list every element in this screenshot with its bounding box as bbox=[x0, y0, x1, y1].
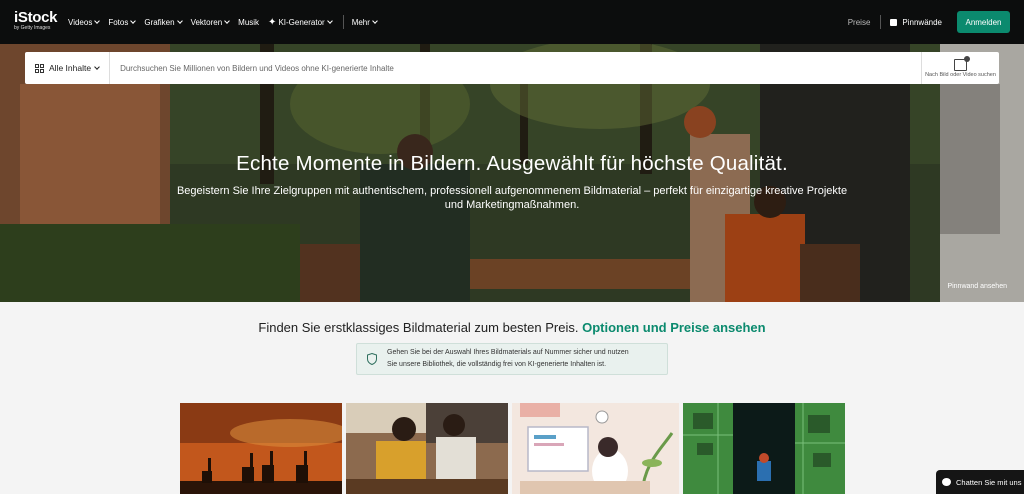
thumbnail-giraffes[interactable] bbox=[180, 403, 342, 494]
chevron-down-icon bbox=[326, 18, 333, 24]
hero-subtitle-line: und Marketingmaßnahmen. bbox=[444, 199, 580, 211]
boards-label: Pinnwände bbox=[902, 17, 942, 27]
pricing-options-link[interactable]: Optionen und Preise ansehen bbox=[582, 320, 765, 335]
thumbnail-image bbox=[346, 403, 508, 494]
thumbnail-illustration[interactable] bbox=[512, 403, 679, 494]
search-input[interactable] bbox=[110, 52, 921, 84]
chevron-down-icon bbox=[176, 18, 183, 24]
content-filter-dropdown[interactable]: Alle Inhalte bbox=[25, 52, 111, 84]
nav-label: Musik bbox=[238, 17, 260, 27]
chevron-down-icon bbox=[94, 64, 100, 70]
promo-text: Finden Sie erstklassiges Bildmaterial zu… bbox=[258, 320, 579, 335]
chevron-down-icon bbox=[130, 18, 137, 24]
logo-text: iStock bbox=[14, 9, 58, 26]
ai-free-notice: Gehen Sie bei der Auswahl Ihres Bildmate… bbox=[356, 343, 668, 375]
thumbnail-image bbox=[180, 403, 342, 494]
nav-label: Grafiken bbox=[144, 17, 175, 27]
nav-item-vektoren[interactable]: Vektoren bbox=[191, 18, 230, 27]
chevron-down-icon bbox=[94, 18, 101, 24]
signin-button[interactable]: Anmelden bbox=[957, 11, 1010, 33]
nav-label: Videos bbox=[68, 17, 93, 27]
thumbnail-kitchen[interactable] bbox=[346, 403, 508, 494]
sparkle-icon: ✦ bbox=[268, 16, 277, 28]
menu-divider bbox=[342, 15, 344, 29]
nav-label: Vektoren bbox=[190, 17, 223, 27]
notice-text: Gehen Sie bei der Auswahl Ihres Bildmate… bbox=[387, 347, 629, 371]
board-icon bbox=[890, 18, 898, 26]
hero-title: Echte Momente in Bildern. Ausgewählt für… bbox=[236, 152, 788, 175]
nav-item-videos[interactable]: Videos bbox=[68, 17, 101, 27]
view-board-link[interactable]: Pinnwand ansehen bbox=[947, 283, 1007, 290]
chat-bubble-icon bbox=[942, 478, 951, 486]
thumbnail-image bbox=[512, 403, 679, 494]
search-bar: Alle Inhalte Nach Bild oder Video suchen bbox=[25, 52, 999, 84]
chat-button[interactable]: Chatten Sie mit uns bbox=[936, 470, 1024, 494]
nav-item-grafiken[interactable]: Grafiken bbox=[144, 17, 183, 27]
top-nav: iStock by Getty Images Videos Fotos Graf… bbox=[0, 0, 1024, 44]
thumbnail-circuit[interactable] bbox=[683, 403, 845, 494]
chat-label: Chatten Sie mit uns bbox=[956, 477, 1022, 487]
nav-label: KI-Generator bbox=[278, 17, 325, 27]
nav-label: Mehr bbox=[351, 17, 370, 27]
notice-line: Gehen Sie bei der Auswahl Ihres Bildmate… bbox=[387, 349, 629, 356]
nav-item-ki-generator[interactable]: ✦ KI-Generator bbox=[268, 16, 333, 28]
boards-link[interactable]: Pinnwände bbox=[890, 18, 942, 27]
nav-divider bbox=[880, 15, 882, 29]
shield-icon bbox=[367, 353, 377, 365]
nav-item-mehr[interactable]: Mehr bbox=[351, 17, 378, 27]
nav-right: Preise Pinnwände Anmelden bbox=[848, 0, 1010, 44]
pricing-link[interactable]: Preise bbox=[848, 18, 871, 27]
image-search-icon bbox=[954, 55, 970, 71]
pricing-promo: Finden Sie erstklassiges Bildmaterial zu… bbox=[0, 320, 1024, 335]
hero-subtitle-line: Begeistern Sie Ihre Zielgruppen mit auth… bbox=[176, 185, 848, 197]
istock-logo[interactable]: iStock by Getty Images bbox=[14, 9, 58, 31]
nav-label: Fotos bbox=[108, 17, 129, 27]
nav-item-musik[interactable]: Musik bbox=[238, 18, 259, 27]
notice-line: Sie unsere Bibliothek, die vollständig f… bbox=[387, 361, 607, 368]
thumbnail-image bbox=[683, 403, 845, 494]
hero-subtitle: Begeistern Sie Ihre Zielgruppen mit auth… bbox=[0, 184, 1024, 212]
grid-icon bbox=[35, 63, 44, 73]
chevron-down-icon bbox=[224, 18, 230, 24]
image-search-label: Nach Bild oder Video suchen bbox=[925, 71, 996, 78]
filter-label: Alle Inhalte bbox=[49, 63, 92, 73]
image-search-button[interactable]: Nach Bild oder Video suchen bbox=[921, 52, 999, 84]
main-menu: Videos Fotos Grafiken Vektoren Musik ✦ KI… bbox=[68, 0, 386, 44]
chevron-down-icon bbox=[372, 18, 378, 24]
nav-item-fotos[interactable]: Fotos bbox=[108, 17, 137, 27]
